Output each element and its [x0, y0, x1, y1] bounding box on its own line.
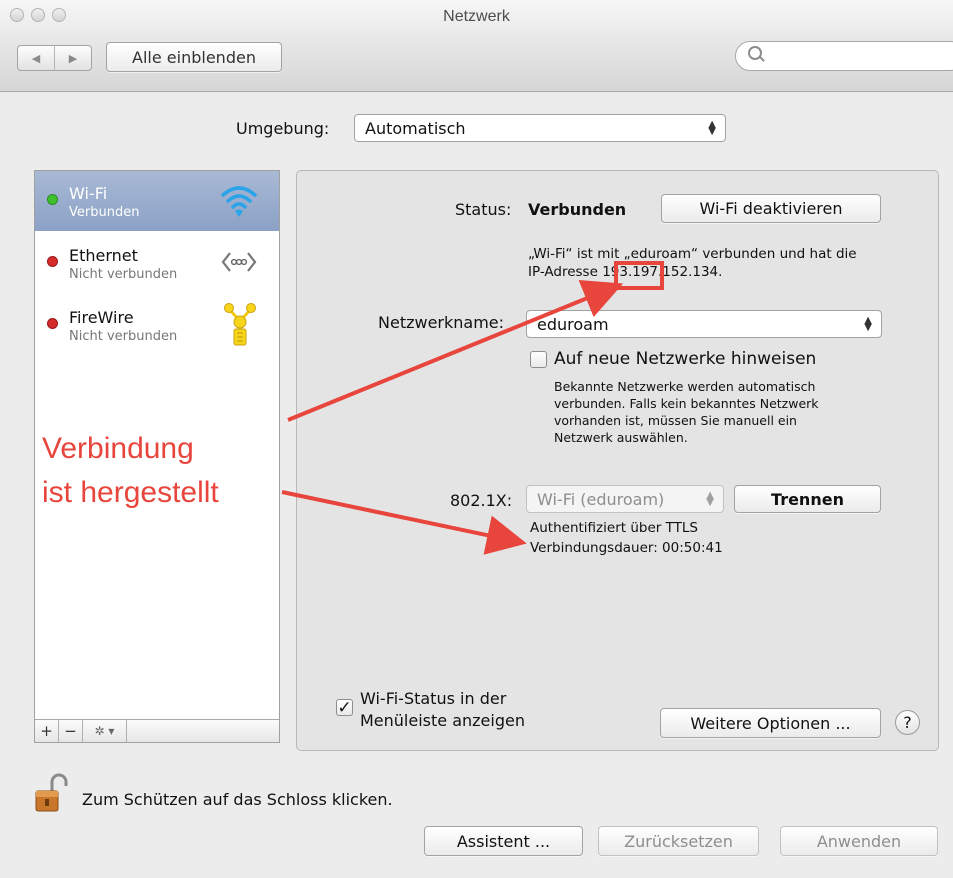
back-forward-control: ◀ ▶: [17, 45, 92, 71]
lock-icon[interactable]: [34, 773, 70, 813]
select-arrows-icon: ▲ ▼: [864, 315, 872, 333]
location-value: Automatisch: [365, 118, 466, 138]
ip-highlight-box: [614, 261, 664, 290]
status-dot-disconnected: [47, 318, 58, 329]
search-icon: [748, 46, 762, 60]
network-name-value: eduroam: [537, 314, 609, 334]
disconnect-button[interactable]: Trennen: [734, 485, 881, 513]
service-item-wifi[interactable]: Wi-Fi Verbunden: [35, 171, 279, 231]
auth-info: Authentifiziert über TTLS: [530, 520, 698, 536]
revert-button[interactable]: Zurücksetzen: [598, 826, 759, 856]
forward-button[interactable]: ▶: [54, 46, 91, 70]
select-arrows-icon: ▲ ▼: [706, 490, 714, 508]
service-item-ethernet[interactable]: Ethernet Nicht verbunden: [35, 233, 279, 293]
service-status: Nicht verbunden: [69, 329, 178, 344]
connection-duration: Verbindungsdauer: 00:50:41: [530, 540, 723, 556]
location-label: Umgebung:: [236, 119, 330, 138]
annotation-line1: Verbindung: [42, 432, 194, 465]
ask-join-checkbox[interactable]: [530, 351, 547, 368]
remove-service-button[interactable]: −: [59, 720, 83, 742]
help-button[interactable]: ?: [895, 710, 920, 735]
service-status: Verbunden: [69, 205, 140, 220]
service-name: FireWire: [69, 308, 134, 327]
show-all-button[interactable]: Alle einblenden: [106, 42, 282, 72]
lock-text: Zum Schützen auf das Schloss klicken.: [82, 790, 393, 809]
menubar-status-label: Wi-Fi-Status in der Menüleiste anzeigen: [360, 689, 525, 730]
status-dot-connected: [47, 194, 58, 205]
back-button[interactable]: ◀: [18, 46, 54, 70]
ask-join-label: Auf neue Netzwerke hinweisen: [554, 349, 817, 369]
advanced-options-button[interactable]: Weitere Optionen ...: [660, 708, 881, 738]
status-value: Verbunden: [528, 200, 627, 219]
ethernet-icon: [221, 252, 257, 272]
ask-join-description: Bekannte Netzwerke werden automatisch ve…: [554, 379, 819, 445]
assistant-button[interactable]: Assistent ...: [424, 826, 583, 856]
apply-button[interactable]: Anwenden: [780, 826, 938, 856]
network-name-label: Netzwerkname:: [378, 313, 505, 332]
annotation-line2: ist hergestellt: [42, 476, 219, 509]
status-description-line1: „Wi-Fi“ ist mit „eduroam“ verbunden und …: [528, 246, 857, 262]
select-arrows-icon: ▲ ▼: [708, 119, 716, 137]
service-name: Wi-Fi: [69, 184, 108, 203]
window-title: Netzwerk: [443, 8, 510, 25]
network-name-select[interactable]: eduroam ▲ ▼: [526, 310, 882, 338]
location-select[interactable]: Automatisch ▲ ▼: [354, 114, 726, 142]
dot1x-select[interactable]: Wi-Fi (eduroam) ▲ ▼: [526, 485, 724, 513]
wifi-icon: [221, 186, 257, 217]
service-status: Nicht verbunden: [69, 267, 178, 282]
add-service-button[interactable]: +: [35, 720, 59, 742]
dot1x-value: Wi-Fi (eduroam): [537, 489, 665, 509]
service-item-firewire[interactable]: FireWire Nicht verbunden: [35, 295, 279, 355]
search-input[interactable]: [735, 41, 953, 71]
firewire-icon: [224, 303, 256, 346]
service-list-toolbar: + − ✲ ▾: [35, 719, 279, 742]
status-dot-disconnected: [47, 256, 58, 267]
menubar-status-checkbox[interactable]: ✓: [336, 699, 353, 717]
service-name: Ethernet: [69, 246, 138, 265]
dot1x-label: 802.1X:: [450, 491, 513, 510]
wifi-deactivate-button[interactable]: Wi-Fi deaktivieren: [661, 194, 881, 223]
service-action-menu[interactable]: ✲ ▾: [83, 720, 127, 742]
status-label: Status:: [455, 200, 512, 219]
